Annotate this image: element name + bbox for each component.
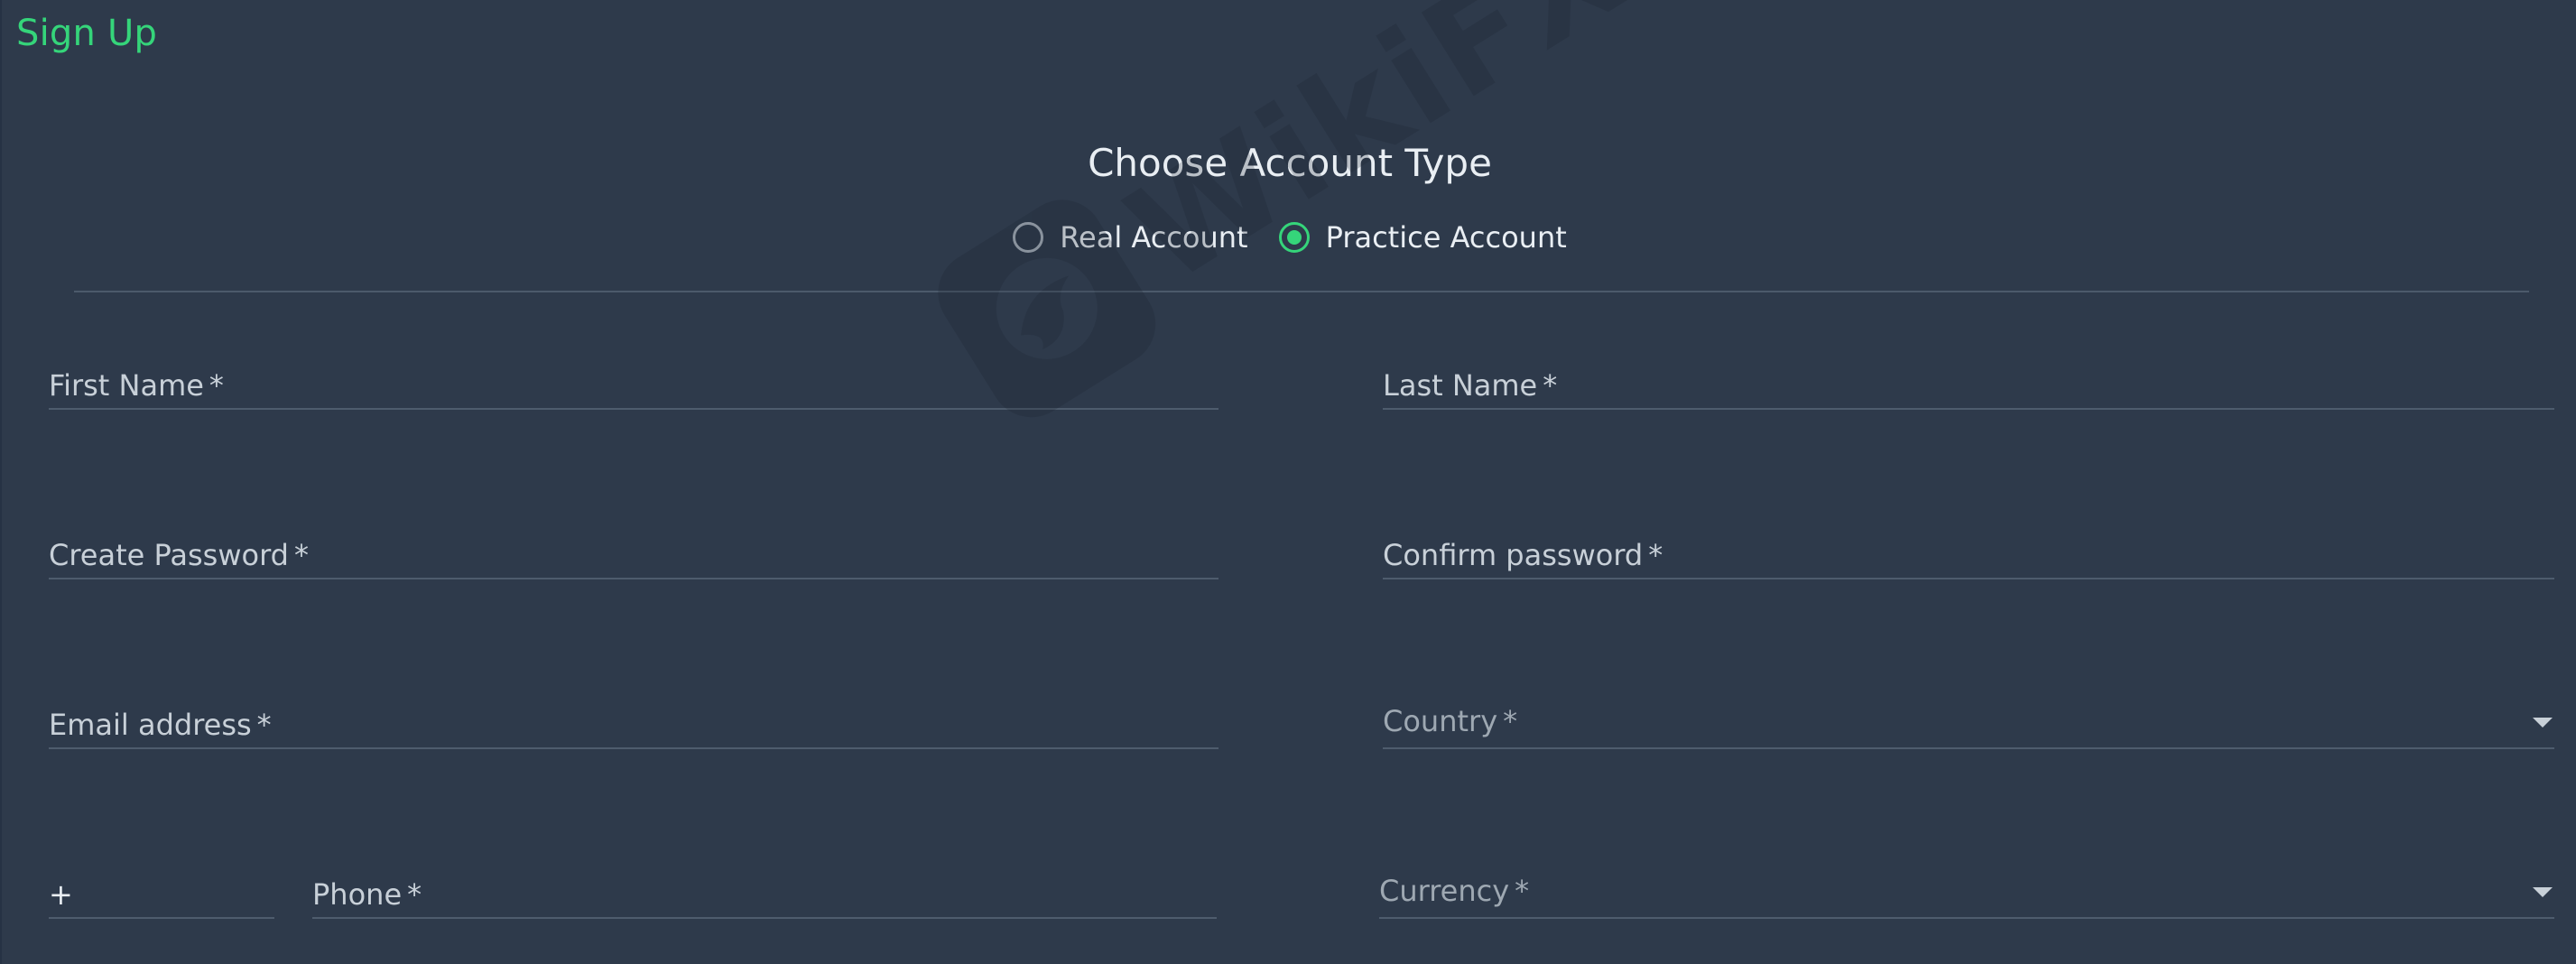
divider	[74, 291, 2529, 292]
confirm-password-field[interactable]: Confirm password *	[1383, 524, 2554, 579]
create-password-field[interactable]: Create Password *	[49, 524, 1219, 579]
chevron-down-icon[interactable]	[2533, 718, 2553, 728]
required-marker: *	[293, 538, 309, 572]
country-select[interactable]: Country *	[1383, 693, 2554, 749]
account-type-heading: Choose Account Type	[1088, 141, 1492, 185]
required-marker: *	[1515, 874, 1530, 908]
email-label: Email address	[49, 708, 252, 742]
required-marker: *	[256, 708, 272, 742]
practice-account-radio[interactable]: Practice Account	[1278, 220, 1567, 255]
required-marker: *	[1503, 704, 1518, 738]
currency-label: Currency	[1379, 874, 1510, 908]
required-marker: *	[1543, 368, 1558, 403]
signup-page: Sign Up Choose Account Type Real Account…	[0, 0, 2576, 964]
real-account-radio[interactable]: Real Account	[1013, 220, 1248, 255]
create-password-label: Create Password	[49, 538, 289, 572]
email-field[interactable]: Email address *	[49, 693, 1219, 749]
radio-icon[interactable]	[1013, 222, 1044, 253]
currency-select[interactable]: Currency *	[1379, 863, 2554, 919]
last-name-field[interactable]: Last Name *	[1383, 354, 2554, 410]
account-type-radio-group: Real Account Practice Account	[2, 220, 2576, 255]
last-name-label: Last Name	[1383, 368, 1538, 403]
first-name-label: First Name	[49, 368, 204, 403]
page-title: Sign Up	[16, 13, 158, 54]
phone-field[interactable]: Phone *	[312, 863, 1217, 919]
chevron-down-icon[interactable]	[2533, 887, 2553, 897]
required-marker: *	[407, 877, 422, 912]
required-marker: *	[208, 368, 224, 403]
first-name-field[interactable]: First Name *	[49, 354, 1219, 410]
country-label: Country	[1383, 704, 1498, 738]
phone-label: Phone	[312, 877, 403, 912]
required-marker: *	[1648, 538, 1663, 572]
confirm-password-label: Confirm password	[1383, 538, 1644, 572]
radio-selected-icon[interactable]	[1278, 222, 1310, 253]
real-account-label: Real Account	[1060, 220, 1248, 255]
practice-account-label: Practice Account	[1325, 220, 1567, 255]
phone-code-field[interactable]: +	[49, 863, 274, 919]
phone-code-value: +	[49, 877, 73, 912]
